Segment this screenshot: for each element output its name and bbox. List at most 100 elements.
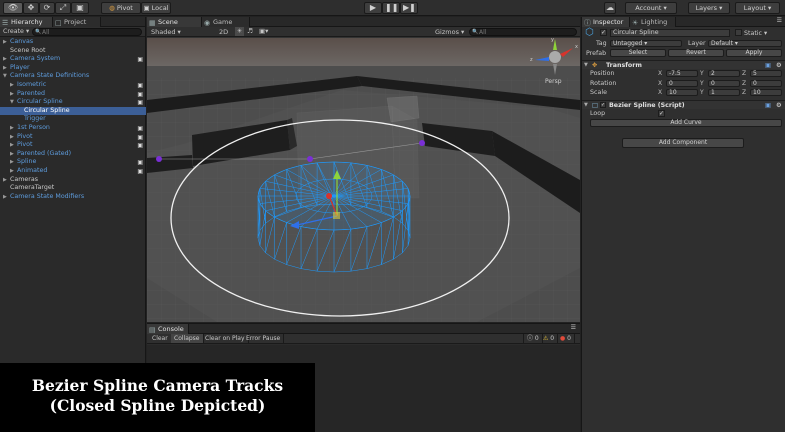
- hierarchy-item[interactable]: ▶ Isometric ▣: [0, 81, 146, 90]
- layers-dropdown[interactable]: Layers: [688, 2, 730, 14]
- console-warning-count[interactable]: ⚠ 0: [540, 334, 559, 343]
- hierarchy-item[interactable]: ▶ Parented ▣: [0, 90, 146, 99]
- scale-y-field[interactable]: 1: [708, 89, 740, 96]
- hierarchy-item[interactable]: ▶ Cameras: [0, 176, 146, 185]
- tab-project[interactable]: □ Project: [53, 17, 101, 27]
- layer-dropdown[interactable]: Default: [708, 40, 782, 47]
- rotate-tool-button[interactable]: ⟳: [39, 2, 55, 14]
- rotation-y-field[interactable]: 0: [708, 79, 740, 87]
- add-curve-button[interactable]: Add Curve: [590, 119, 782, 127]
- panel-menu-icon[interactable]: ☰: [571, 324, 576, 331]
- hierarchy-item[interactable]: ▶ Pivot ▣: [0, 141, 146, 150]
- hierarchy-item[interactable]: ▶ Pivot ▣: [0, 133, 146, 142]
- expand-arrow-icon[interactable]: ▶: [10, 124, 17, 133]
- loop-checkbox[interactable]: ✓: [658, 110, 665, 117]
- create-dropdown[interactable]: Create: [3, 28, 29, 35]
- hierarchy-item[interactable]: ▶ 1st Person ▣: [0, 124, 146, 133]
- hierarchy-item[interactable]: ▶ Animated ▣: [0, 167, 146, 176]
- scale-z-field[interactable]: 10: [750, 89, 782, 96]
- hierarchy-item[interactable]: ▶ Parented (Gated): [0, 150, 146, 159]
- active-checkbox[interactable]: ✓: [600, 29, 607, 36]
- transform-header[interactable]: ▼ ✥ Transform ▣ ⚙: [582, 60, 785, 69]
- hierarchy-item[interactable]: Trigger: [0, 115, 146, 124]
- tag-dropdown[interactable]: Untagged: [610, 40, 682, 47]
- expand-arrow-icon[interactable]: ▶: [3, 64, 10, 73]
- tab-hierarchy[interactable]: ☰ Hierarchy: [0, 17, 53, 27]
- expand-arrow-icon[interactable]: ▶: [10, 90, 17, 99]
- scene-viewport[interactable]: y x z Persp: [147, 38, 580, 322]
- prefab-select-button[interactable]: Select: [610, 49, 666, 57]
- audio-toggle[interactable]: ♬: [247, 27, 253, 35]
- inspector-menu-icon[interactable]: ☰: [777, 17, 782, 24]
- hierarchy-item[interactable]: Scene Root: [0, 47, 146, 56]
- gizmos-dropdown[interactable]: Gizmos: [435, 28, 464, 36]
- layout-dropdown[interactable]: Layout: [735, 2, 780, 14]
- expand-arrow-icon[interactable]: ▶: [10, 133, 17, 142]
- lighting-toggle[interactable]: ☀: [235, 27, 244, 36]
- tab-game[interactable]: ◉ Game: [202, 17, 250, 27]
- expand-arrow-icon[interactable]: ▶: [10, 150, 17, 159]
- console-error-pause-button[interactable]: Error Pause: [243, 334, 285, 343]
- scale-tool-button[interactable]: ⤢: [55, 2, 71, 14]
- hierarchy-item[interactable]: ▼ Circular Spline ▣: [0, 98, 146, 107]
- effects-toggle[interactable]: ▣▾: [259, 27, 268, 35]
- scale-x-field[interactable]: 10: [666, 89, 698, 96]
- add-component-button[interactable]: Add Component: [622, 138, 744, 148]
- expand-arrow-icon[interactable]: ▶: [3, 38, 10, 47]
- account-dropdown[interactable]: Account: [625, 2, 677, 14]
- console-collapse-button[interactable]: Collapse: [171, 334, 204, 343]
- tab-scene[interactable]: ▦ Scene: [147, 17, 202, 27]
- rotation-x-field[interactable]: 0: [666, 79, 698, 87]
- hierarchy-item[interactable]: ▼ Camera State Definitions: [0, 72, 146, 81]
- bezier-spline-header[interactable]: ▼ □ ✓ Bezier Spline (Script) ▣ ⚙: [582, 100, 785, 109]
- play-button[interactable]: ▶: [364, 2, 382, 14]
- static-checkbox[interactable]: [735, 29, 742, 36]
- step-button[interactable]: ▶❚: [400, 2, 418, 14]
- spline-point[interactable]: [156, 156, 162, 162]
- tab-inspector[interactable]: ⓘ Inspector: [582, 17, 630, 27]
- persp-label[interactable]: Persp: [545, 78, 562, 85]
- expand-arrow-icon[interactable]: ▶: [3, 176, 10, 185]
- local-toggle-button[interactable]: ▣ Local: [141, 2, 171, 14]
- hand-tool-button[interactable]: 👁: [3, 2, 23, 14]
- expand-arrow-icon[interactable]: ▶: [3, 55, 10, 64]
- console-clear-on-play-button[interactable]: Clear on Play: [202, 334, 249, 343]
- hierarchy-item[interactable]: ▶ Camera State Modifiers: [0, 193, 146, 202]
- hierarchy-item[interactable]: ▶ Canvas: [0, 38, 146, 47]
- hierarchy-item[interactable]: ▶ Spline ▣: [0, 158, 146, 167]
- console-clear-button[interactable]: Clear: [149, 334, 172, 343]
- hierarchy-item[interactable]: ▶ Player: [0, 64, 146, 73]
- prefab-revert-button[interactable]: Revert: [668, 49, 724, 57]
- expand-arrow-icon[interactable]: ▶: [10, 167, 17, 176]
- hierarchy-item[interactable]: CameraTarget: [0, 184, 146, 193]
- expand-arrow-icon[interactable]: ▶: [10, 158, 17, 167]
- scene-search-input[interactable]: All: [469, 28, 577, 36]
- expand-arrow-icon[interactable]: ▶: [10, 141, 17, 150]
- mode-2d-toggle[interactable]: 2D: [219, 28, 228, 36]
- pivot-toggle-button[interactable]: ◍ Pivot: [101, 2, 141, 14]
- pause-button[interactable]: ❚❚: [382, 2, 400, 14]
- cloud-button[interactable]: ☁: [604, 2, 616, 14]
- spline-point[interactable]: [307, 156, 313, 162]
- expand-arrow-icon[interactable]: ▶: [10, 81, 17, 90]
- position-y-field[interactable]: 2: [708, 70, 740, 77]
- hierarchy-item[interactable]: ▶ Camera System ▣: [0, 55, 146, 64]
- static-dropdown[interactable]: Static: [744, 29, 767, 38]
- tab-lighting[interactable]: ☀ Lighting: [630, 17, 676, 27]
- expand-arrow-icon[interactable]: ▶: [3, 193, 10, 202]
- position-x-field[interactable]: -7.5: [666, 70, 698, 77]
- shading-dropdown[interactable]: Shaded: [151, 28, 181, 36]
- prefab-apply-button[interactable]: Apply: [726, 49, 782, 57]
- hierarchy-item[interactable]: Circular Spline: [0, 106, 146, 116]
- expand-arrow-icon[interactable]: ▼: [3, 72, 10, 81]
- hierarchy-search-input[interactable]: All: [32, 28, 142, 36]
- tab-console[interactable]: ▤ Console: [147, 324, 189, 334]
- move-tool-button[interactable]: ✥: [23, 2, 39, 14]
- console-error-count[interactable]: ● 0: [557, 334, 575, 343]
- rotation-z-field[interactable]: 0: [750, 79, 782, 87]
- script-enabled-checkbox[interactable]: ✓: [600, 102, 606, 108]
- expand-arrow-icon[interactable]: ▼: [10, 98, 17, 107]
- object-name-input[interactable]: Circular Spline: [610, 29, 730, 37]
- spline-point[interactable]: [419, 140, 425, 146]
- rect-tool-button[interactable]: ▣: [71, 2, 89, 14]
